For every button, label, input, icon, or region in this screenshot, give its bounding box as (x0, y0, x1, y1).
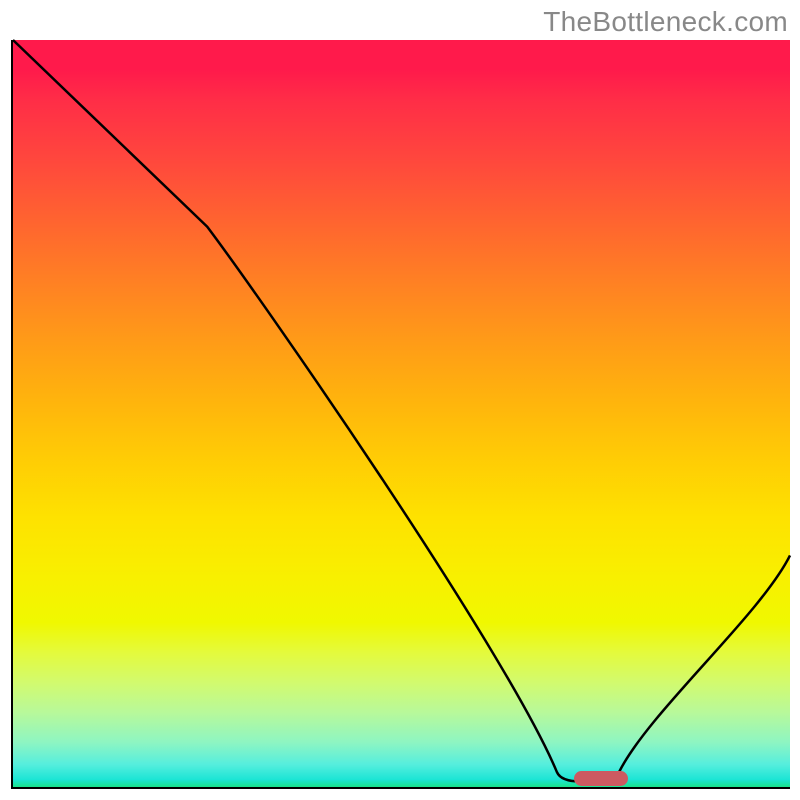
curve-path (13, 40, 790, 781)
plot-area (11, 40, 790, 789)
chart-container: TheBottleneck.com (0, 0, 800, 800)
optimal-marker (574, 771, 629, 786)
watermark-text: TheBottleneck.com (543, 6, 788, 38)
bottleneck-curve (13, 40, 790, 787)
